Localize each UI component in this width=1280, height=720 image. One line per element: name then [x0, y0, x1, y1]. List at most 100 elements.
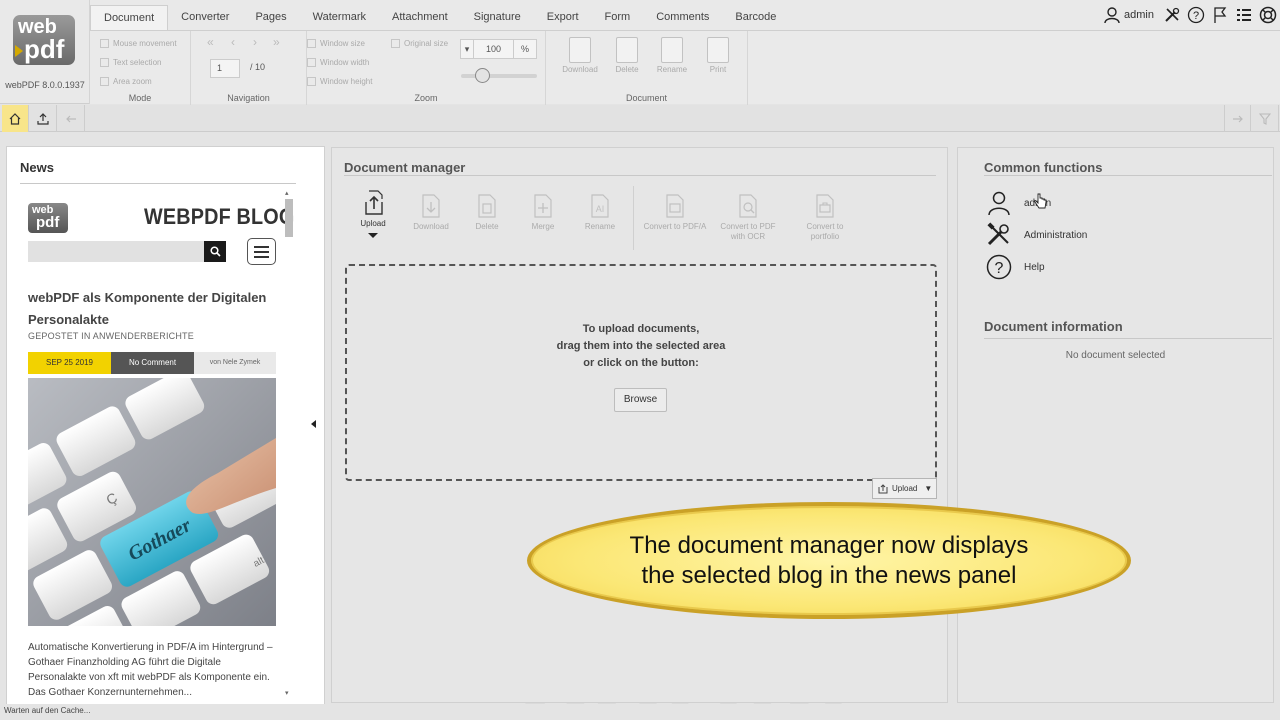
arrow-left-icon	[66, 115, 76, 122]
upload-drop-zone[interactable]: To upload documents, drag them into the …	[345, 264, 937, 481]
common-functions-title: Common functions	[984, 160, 1103, 175]
news-scrollbar[interactable]: ▴ ▾	[284, 189, 294, 697]
post-title[interactable]: webPDF als Komponente der Digitalen Pers…	[28, 287, 278, 331]
download-button[interactable]: Download	[560, 37, 600, 74]
portfolio-icon	[816, 194, 834, 218]
last-page-icon[interactable]: »	[273, 35, 280, 49]
administration-link-label: Administration	[1024, 229, 1088, 241]
blog-title[interactable]: WEBPDF BLOG	[144, 204, 294, 230]
rename-button[interactable]: Rename	[652, 37, 692, 74]
svg-text:AI: AI	[596, 204, 605, 214]
merge-label: Merge	[531, 222, 555, 231]
mouse-movement-button[interactable]: Mouse movement	[100, 39, 177, 48]
lifebuoy-icon[interactable]	[1256, 3, 1280, 27]
first-page-icon[interactable]: «	[207, 35, 214, 49]
upload-icon	[37, 112, 49, 125]
blog-menu-button[interactable]	[247, 238, 276, 265]
convert-portfolio-button[interactable]: Convert to portfolio	[795, 193, 855, 242]
tab-pages[interactable]: Pages	[242, 5, 299, 30]
browse-button[interactable]: Browse	[614, 388, 667, 412]
help-icon[interactable]: ?	[1184, 3, 1208, 27]
tab-comments[interactable]: Comments	[643, 5, 722, 30]
upload-toolbar-button[interactable]	[30, 105, 57, 132]
forward-button[interactable]	[1224, 105, 1251, 132]
area-zoom-button[interactable]: Area zoom	[100, 77, 152, 86]
original-size-button[interactable]: Original size	[391, 39, 448, 48]
document-group-label: Document	[625, 93, 668, 103]
rename-icon	[661, 37, 683, 63]
upload-button[interactable]: Upload	[345, 190, 401, 238]
blog-logo[interactable]: web pdf	[28, 203, 68, 233]
document-information-title: Document information	[984, 319, 1123, 334]
post-comments[interactable]: No Comment	[111, 352, 194, 374]
window-size-button[interactable]: Window size	[307, 39, 365, 48]
zoom-unit: %	[513, 39, 537, 59]
post-meta: SEP 25 2019 No Comment von Nele Zymek	[28, 352, 276, 374]
tab-signature[interactable]: Signature	[461, 5, 534, 30]
tab-barcode[interactable]: Barcode	[722, 5, 789, 30]
upload-small-icon	[878, 483, 888, 493]
page-number-input[interactable]: 1	[210, 59, 240, 78]
drop-text-line-2: drag them into the selected area	[556, 340, 726, 352]
home-button[interactable]	[2, 105, 29, 132]
scroll-down-icon[interactable]: ▾	[285, 689, 289, 697]
tab-form[interactable]: Form	[592, 5, 644, 30]
tab-export[interactable]: Export	[534, 5, 592, 30]
user-name[interactable]: admin	[1124, 9, 1154, 21]
zoom-dropdown[interactable]: ▾	[460, 39, 474, 59]
delete-doc-button[interactable]: Delete	[459, 193, 515, 232]
help-link[interactable]: ? Help	[986, 253, 1045, 281]
print-button[interactable]: Print	[698, 37, 738, 74]
flag-icon[interactable]	[1208, 3, 1232, 27]
tab-document[interactable]: Document	[90, 5, 169, 30]
post-image-keyboard[interactable]: Gothaer Ç alt	[28, 378, 276, 626]
convert-ocr-button[interactable]: Convert to PDF with OCR	[718, 193, 778, 242]
blog-search-input[interactable]	[28, 241, 204, 262]
scroll-up-icon[interactable]: ▴	[285, 189, 289, 197]
zoom-slider-knob[interactable]	[475, 68, 490, 83]
navigation-group-label: Navigation	[227, 93, 270, 103]
next-page-icon[interactable]: ›	[253, 35, 257, 49]
list-icon[interactable]	[1232, 3, 1256, 27]
collapse-left-icon[interactable]	[311, 420, 316, 428]
back-button[interactable]	[58, 105, 85, 132]
merge-icon	[534, 194, 552, 218]
text-selection-button[interactable]: Text selection	[100, 58, 161, 67]
mouse-icon	[100, 39, 109, 48]
filter-button[interactable]	[1252, 105, 1279, 132]
tools-icon[interactable]	[1160, 3, 1184, 27]
tools-icon	[987, 222, 1009, 246]
svg-text:?: ?	[995, 260, 1004, 277]
tab-attachment[interactable]: Attachment	[379, 5, 461, 30]
document-manager-separator	[633, 186, 634, 250]
previous-page-icon[interactable]: ‹	[231, 35, 235, 49]
mode-group-label: Mode	[128, 93, 152, 103]
upload-mini-button[interactable]: Upload ▼	[872, 478, 937, 499]
convert-ocr-label: Convert to PDF with OCR	[720, 222, 776, 241]
news-scroll-thumb[interactable]	[285, 199, 293, 237]
delete-button[interactable]: Delete	[607, 37, 647, 74]
window-height-button[interactable]: Window height	[307, 77, 372, 86]
upload-dropdown-icon[interactable]	[368, 233, 378, 238]
svg-text:?: ?	[1193, 10, 1199, 22]
area-zoom-label: Area zoom	[113, 77, 152, 86]
convert-pdfa-button[interactable]: Convert to PDF/A	[637, 193, 713, 232]
rename-doc-button[interactable]: AI Rename	[572, 193, 628, 232]
delete-label: Delete	[615, 65, 639, 74]
main-toolbar	[0, 105, 1280, 132]
tab-converter[interactable]: Converter	[168, 5, 242, 30]
drop-instructions: To upload documents, drag them into the …	[347, 321, 935, 372]
administration-link[interactable]: Administration	[986, 221, 1087, 249]
tab-watermark[interactable]: Watermark	[300, 5, 379, 30]
blog-search-button[interactable]	[204, 241, 226, 262]
zoom-slider-track[interactable]	[461, 74, 537, 78]
mode-group: Mouse movement Text selection Area zoom …	[90, 31, 191, 105]
app-logo-area: web pdf webPDF 8.0.0.1937	[0, 0, 90, 104]
merge-button[interactable]: Merge	[515, 193, 571, 232]
help-link-label: Help	[1024, 261, 1045, 273]
zoom-input[interactable]: 100	[473, 39, 514, 59]
download-doc-button[interactable]: Download	[403, 193, 459, 232]
window-width-button[interactable]: Window width	[307, 58, 369, 67]
print-label: Print	[709, 65, 727, 74]
user-icon[interactable]	[1100, 3, 1124, 27]
